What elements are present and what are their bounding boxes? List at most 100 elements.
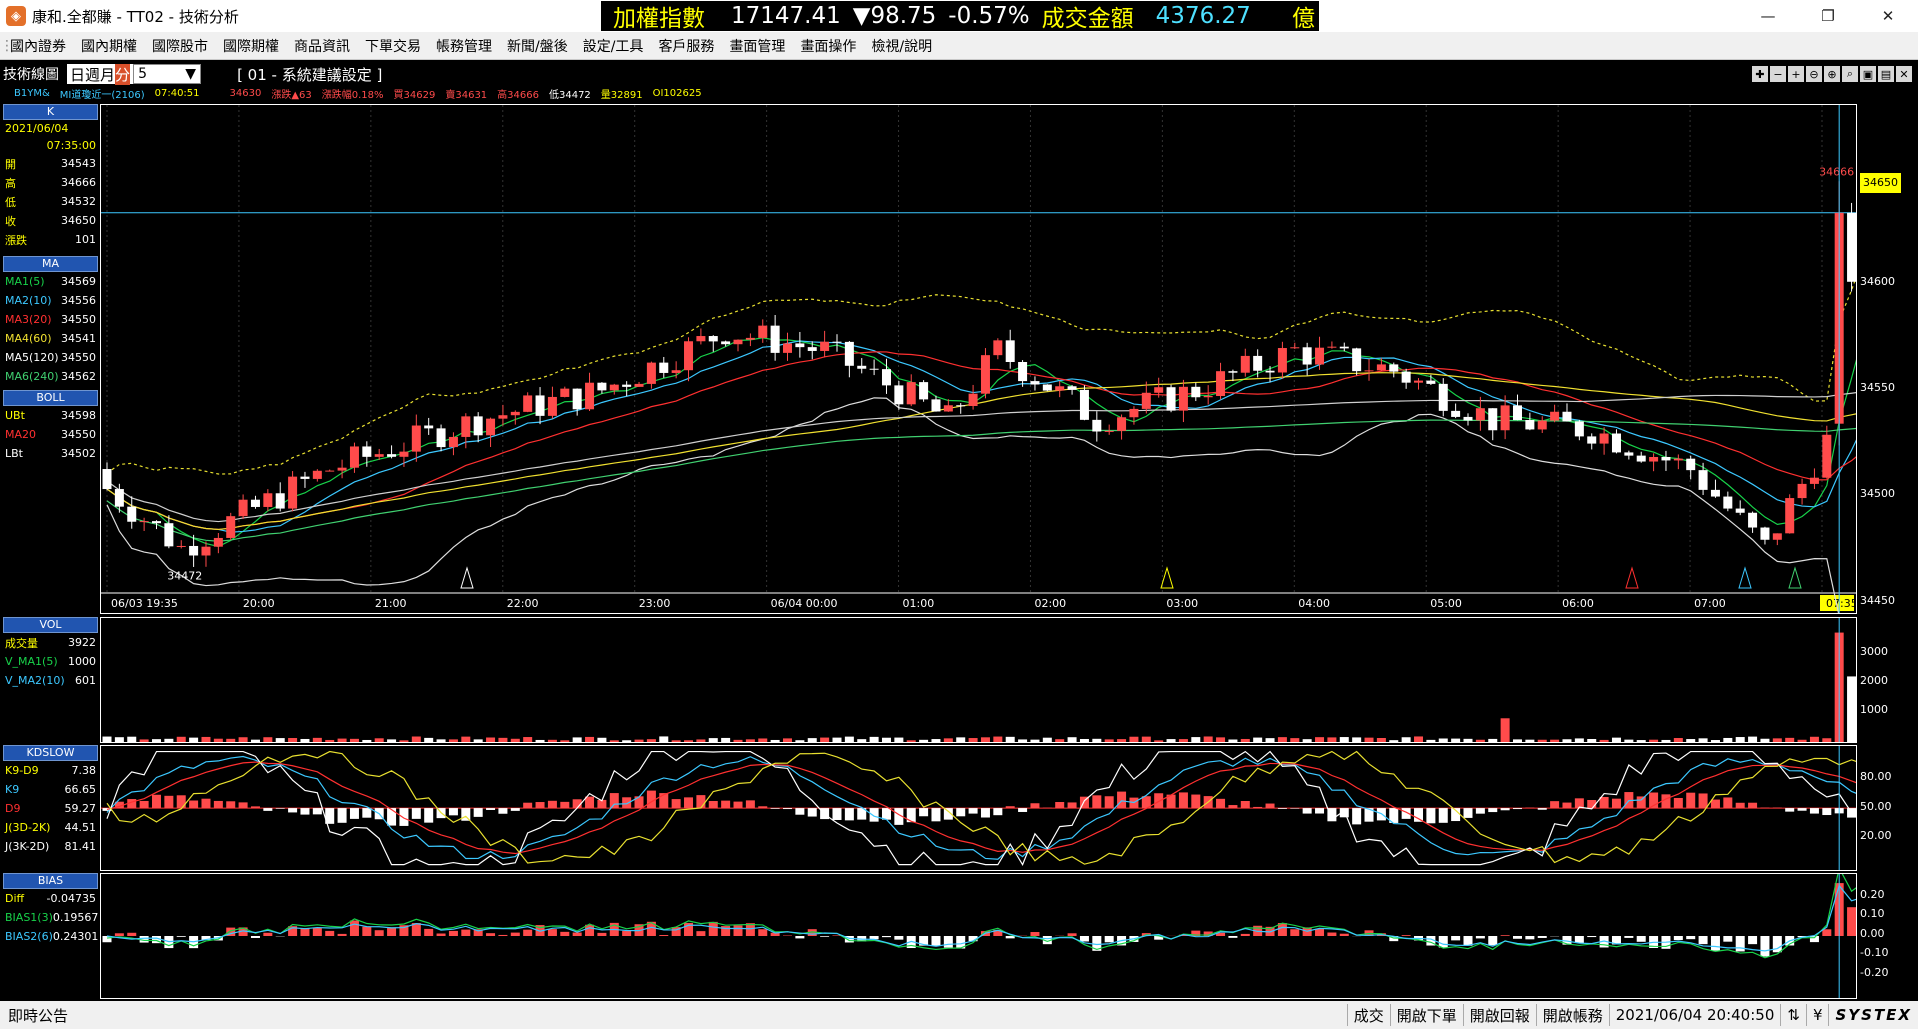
candle-body <box>312 470 322 479</box>
row-label: Diff <box>5 892 25 905</box>
row-label: K9 <box>5 783 20 796</box>
menu-item-product-info[interactable]: 商品資訊 <box>294 36 350 56</box>
period-month[interactable]: 月 <box>100 64 115 85</box>
open-report-button[interactable]: 開啟回報 <box>1462 1004 1536 1026</box>
save-icon[interactable]: ▣ <box>1860 66 1876 82</box>
symbol-code: B1YM& <box>14 88 50 99</box>
boll-panel-title: BOLL <box>3 390 98 406</box>
candle-body <box>201 546 211 556</box>
volume-bar <box>189 737 199 742</box>
candle-body <box>349 446 359 468</box>
bias-tick-neg0.20: -0.20 <box>1860 966 1889 979</box>
time-label: 06/03 19:35 <box>111 597 178 610</box>
menu-item-news[interactable]: 新聞/盤後 <box>507 36 568 56</box>
volume-bar <box>1079 738 1089 742</box>
zoom-out-icon[interactable]: − <box>1770 66 1786 82</box>
maximize-button[interactable]: ❐ <box>1798 0 1858 32</box>
search-minus-icon[interactable]: ⊖ <box>1806 66 1822 82</box>
menu-item-account-mgmt[interactable]: 帳務管理 <box>436 36 492 56</box>
volume-bar <box>1649 739 1659 742</box>
menu-item-intl-stocks[interactable]: 國際股市 <box>152 36 208 56</box>
bias-diff-bar <box>461 929 471 936</box>
menu-item-settings-tools[interactable]: 設定/工具 <box>583 36 644 56</box>
row-label: J(3D-2K) <box>5 821 51 834</box>
volume-bar <box>820 737 830 742</box>
volume-bar <box>1240 738 1250 742</box>
search-icon[interactable]: ⌕ <box>1842 66 1858 82</box>
volume-bar <box>102 736 112 742</box>
menu-item-domestic-futures[interactable]: 國內期權 <box>81 36 137 56</box>
menu-item-order-trading[interactable]: 下單交易 <box>365 36 421 56</box>
vol-tick-2000: 2000 <box>1860 674 1888 687</box>
kd-chart-pane[interactable] <box>100 745 1869 871</box>
bias-chart-pane[interactable] <box>100 866 1869 999</box>
vol-row: V_MA2(10) 601 <box>3 671 98 690</box>
kd-diff-bar <box>609 793 619 809</box>
kd-diff-bar <box>696 795 706 809</box>
open-account-button[interactable]: 開啟帳務 <box>1535 1004 1609 1026</box>
row-value: 0.24301 <box>52 930 99 943</box>
price-chart-pane[interactable]: 06/03 19:35 20:00 21:00 22:00 23:00 06/04 00:… <box>100 104 1869 647</box>
volume-bar <box>176 736 186 742</box>
kd-diff-bar <box>1735 802 1745 809</box>
volume-bar <box>1686 739 1696 742</box>
volume-bar <box>1315 737 1325 742</box>
search-plus-icon[interactable]: ⊕ <box>1824 66 1840 82</box>
row-label: MA3(20) <box>5 313 52 326</box>
indicator-setting-label[interactable]: [ 01 - 系統建議設定 ] <box>237 64 382 85</box>
candle-body <box>1129 408 1139 418</box>
bias-diff-bar <box>498 934 508 936</box>
kd-diff-bar <box>349 808 359 819</box>
volume-bar <box>696 739 706 742</box>
open-order-button[interactable]: 開啟下單 <box>1389 1004 1463 1026</box>
minimize-button[interactable]: — <box>1738 0 1798 32</box>
period-minute[interactable]: 分 <box>115 63 131 85</box>
candle-body <box>300 476 310 479</box>
interval-select[interactable]: 5 ▼ <box>133 64 202 84</box>
volume-bar <box>201 736 211 742</box>
time-label: 06/04 00:00 <box>771 597 838 610</box>
volume-chart-pane[interactable] <box>100 617 1869 743</box>
volume-bar <box>424 737 434 742</box>
price-change: 漲跌▲63 <box>271 90 312 101</box>
candle-body <box>820 341 830 351</box>
menu-item-domestic-securities[interactable]: 國內證券 <box>10 36 66 56</box>
zoom-in-icon[interactable]: + <box>1788 66 1804 82</box>
row-value: 7.38 <box>71 764 97 777</box>
announcement-label[interactable]: 即時公告 <box>0 1005 1347 1026</box>
menu-item-customer-service[interactable]: 客戶服務 <box>658 36 714 56</box>
bias-diff-bar <box>263 932 273 936</box>
status-datetime: 2021/06/04 20:40:50 <box>1608 1004 1781 1026</box>
candle-body <box>238 499 248 517</box>
status-trade[interactable]: 成交 <box>1346 1004 1390 1026</box>
bias-diff-bar <box>1760 936 1770 957</box>
kd-diff-bar <box>424 808 434 823</box>
bias-diff-bar <box>1673 936 1683 941</box>
candle-body <box>560 388 570 397</box>
period-week[interactable]: 週 <box>85 64 100 85</box>
close-chart-icon[interactable]: ✕ <box>1896 66 1912 82</box>
crosshair-icon[interactable]: ✚ <box>1752 66 1768 82</box>
kd-diff-bar <box>1512 808 1522 810</box>
kd-diff-bar <box>164 795 174 809</box>
candle-body <box>609 384 619 391</box>
bias-diff-bar <box>708 921 718 936</box>
app-window: ◈ 康和.全都賺 - TT02 - 技術分析 加權指數 17147.41 ▼98… <box>0 0 1918 1029</box>
bias-diff-bar <box>1228 936 1238 938</box>
print-icon[interactable]: ▤ <box>1878 66 1894 82</box>
menu-item-screen-ops[interactable]: 畫面操作 <box>800 36 856 56</box>
ticker-value: 17147.41 <box>731 3 841 29</box>
candle-body <box>956 405 966 407</box>
volume-bar <box>634 739 644 742</box>
menu-item-screen-mgmt[interactable]: 畫面管理 <box>729 36 785 56</box>
menu-item-intl-futures[interactable]: 國際期權 <box>223 36 279 56</box>
menu-item-view-help[interactable]: 檢視/說明 <box>871 36 932 56</box>
price-tick-34550: 34550 <box>1860 381 1895 394</box>
candle-body <box>1686 458 1696 471</box>
close-button[interactable]: ✕ <box>1858 0 1918 32</box>
period-day[interactable]: 日 <box>70 64 85 85</box>
kd-diff-bar <box>881 808 891 820</box>
signal-marker-icon <box>460 566 474 589</box>
kd-diff-bar <box>1723 797 1733 809</box>
candle-body <box>399 451 409 457</box>
